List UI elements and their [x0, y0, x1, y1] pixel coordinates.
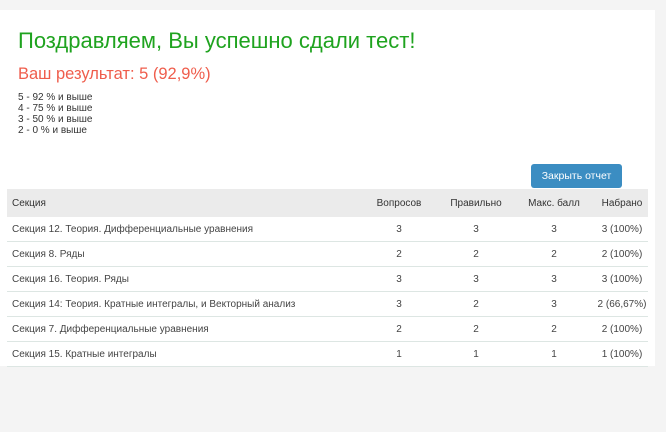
correct-cell: 1 — [440, 341, 512, 367]
table-row: Секция 14: Теория. Кратные интегралы, и … — [7, 291, 648, 317]
questions-cell: 3 — [358, 291, 440, 317]
max-score-cell: 3 — [512, 217, 596, 242]
section-name-cell: Секция 12. Теория. Дифференциальные урав… — [7, 217, 358, 242]
section-name-cell: Секция 16. Теория. Ряды — [7, 266, 358, 292]
max-score-cell: 2 — [512, 241, 596, 267]
questions-cell: 3 — [358, 266, 440, 292]
section-name-cell: Секция 15. Кратные интегралы — [7, 341, 358, 367]
grade-line: 4 - 75 % и выше — [18, 103, 93, 114]
questions-cell: 2 — [358, 316, 440, 342]
report-panel: Поздравляем, Вы успешно сдали тест! Ваш … — [0, 10, 655, 367]
results-table: Секция Вопросов Правильно Макс. балл Наб… — [7, 189, 648, 367]
max-score-cell: 3 — [512, 291, 596, 317]
correct-cell: 3 — [440, 266, 512, 292]
questions-cell: 1 — [358, 341, 440, 367]
col-correct: Правильно — [440, 189, 512, 217]
table-row: Секция 12. Теория. Дифференциальные урав… — [7, 217, 648, 242]
correct-cell: 2 — [440, 291, 512, 317]
table-row: Секция 7. Дифференциальные уравнения 2 2 2 2… — [7, 316, 648, 342]
correct-cell: 2 — [440, 241, 512, 267]
section-name-cell: Секция 7. Дифференциальные уравнения — [7, 316, 358, 342]
section-name-cell: Секция 8. Ряды — [7, 241, 358, 267]
max-score-cell: 3 — [512, 266, 596, 292]
grade-line: 5 - 92 % и выше — [18, 92, 93, 103]
col-section: Секция — [7, 189, 358, 217]
scored-cell: 2 (66,67%) — [596, 291, 648, 317]
scored-cell: 3 (100%) — [596, 217, 648, 242]
table-header: Секция Вопросов Правильно Макс. балл Наб… — [7, 189, 648, 217]
grade-line: 3 - 50 % и выше — [18, 114, 93, 125]
close-report-button[interactable]: Закрыть отчет — [531, 164, 622, 188]
correct-cell: 3 — [440, 217, 512, 242]
correct-cell: 2 — [440, 316, 512, 342]
col-scored: Набрано — [596, 189, 648, 217]
scored-cell: 2 (100%) — [596, 316, 648, 342]
table-row: Секция 16. Теория. Ряды 3 3 3 3 (100%) — [7, 266, 648, 292]
questions-cell: 2 — [358, 241, 440, 267]
table-row: Секция 15. Кратные интегралы 1 1 1 1 (100%) — [7, 341, 648, 367]
scored-cell: 2 (100%) — [596, 241, 648, 267]
col-questions: Вопросов — [358, 189, 440, 217]
result-score: Ваш результат: 5 (92,9%) — [18, 65, 211, 83]
section-name-cell: Секция 14: Теория. Кратные интегралы, и … — [7, 291, 358, 317]
scored-cell: 3 (100%) — [596, 266, 648, 292]
grade-line: 2 - 0 % и выше — [18, 125, 87, 136]
col-max-score: Макс. балл — [512, 189, 596, 217]
scored-cell: 1 (100%) — [596, 341, 648, 367]
max-score-cell: 2 — [512, 316, 596, 342]
max-score-cell: 1 — [512, 341, 596, 367]
grade-scale: 5 - 92 % и выше 4 - 75 % и выше 3 - 50 %… — [18, 92, 92, 136]
success-title: Поздравляем, Вы успешно сдали тест! — [18, 28, 416, 53]
table-row: Секция 8. Ряды 2 2 2 2 (100%) — [7, 241, 648, 267]
questions-cell: 3 — [358, 217, 440, 242]
